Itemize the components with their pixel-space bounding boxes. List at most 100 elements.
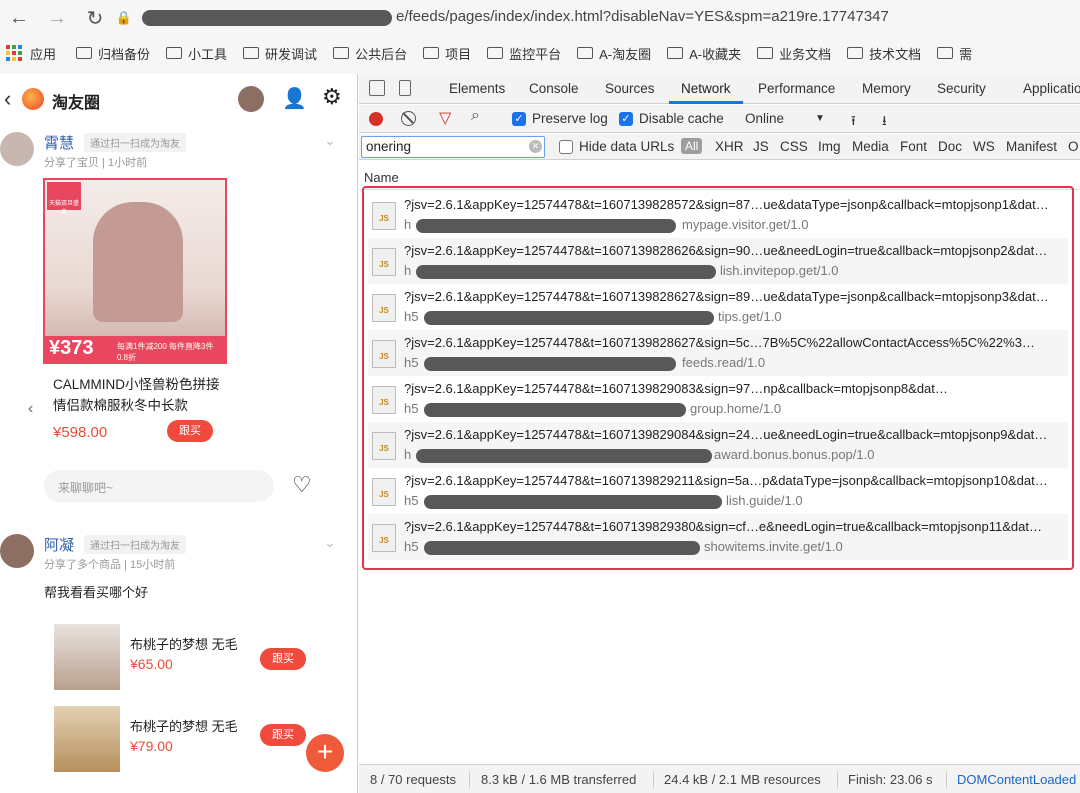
record-icon[interactable] — [369, 112, 383, 126]
table-row[interactable]: JS ?jsv=2.6.1&appKey=12574478&t=16071398… — [368, 284, 1068, 330]
clear-icon[interactable] — [401, 111, 416, 126]
search-icon[interactable]: ⌕ — [471, 107, 480, 125]
coat-shape — [93, 202, 183, 322]
bookmark-folder[interactable]: 归档备份 — [76, 44, 150, 63]
throttle-select[interactable]: Online — [745, 111, 784, 126]
request-url[interactable]: ?jsv=2.6.1&appKey=12574478&t=16071398286… — [404, 289, 1049, 304]
follow-buy-button[interactable]: 跟买 — [167, 420, 213, 442]
filter-xhr[interactable]: XHR — [715, 139, 744, 154]
inspect-icon[interactable] — [369, 80, 385, 96]
request-url[interactable]: ?jsv=2.6.1&appKey=12574478&t=16071398290… — [404, 427, 1047, 442]
heart-icon[interactable]: ♡ — [292, 472, 312, 498]
hide-data-urls-checkbox[interactable] — [559, 140, 573, 154]
chevron-down-icon[interactable]: ⌄ — [324, 132, 336, 149]
filter-input[interactable]: onering — [361, 136, 545, 158]
follow-buy-button[interactable]: 跟买 — [260, 648, 306, 670]
comment-input[interactable]: 来聊聊吧~ — [44, 470, 274, 502]
filter-doc[interactable]: Doc — [938, 139, 962, 154]
preserve-log-label[interactable]: Preserve log — [532, 111, 608, 126]
bookmark-folder[interactable]: 监控平台 — [487, 44, 561, 63]
finish-time: Finish: 23.06 s — [848, 772, 933, 787]
device-toggle-icon[interactable] — [399, 80, 411, 96]
bookmark-apps[interactable]: 应用 — [30, 44, 56, 63]
request-url[interactable]: ?jsv=2.6.1&appKey=12574478&t=16071398292… — [404, 473, 1048, 488]
filter-manifest[interactable]: Manifest — [1006, 139, 1057, 154]
tab-application[interactable]: Applicatio — [1023, 81, 1080, 96]
disable-cache-checkbox[interactable]: ✓ — [619, 112, 633, 126]
request-url[interactable]: ?jsv=2.6.1&appKey=12574478&t=16071398286… — [404, 335, 1035, 350]
filter-icon[interactable]: ▽ — [439, 108, 451, 128]
bookmark-folder[interactable]: 业务文档 — [757, 44, 831, 63]
product-image[interactable] — [54, 706, 120, 772]
add-post-button[interactable]: + — [306, 734, 344, 772]
table-row[interactable]: JS ?jsv=2.6.1&appKey=12574478&t=16071398… — [368, 238, 1068, 284]
bookmark-folder[interactable]: 需 — [937, 44, 972, 63]
product-image[interactable] — [54, 624, 120, 690]
forward-icon[interactable]: → — [38, 7, 76, 30]
filter-img[interactable]: Img — [818, 139, 841, 154]
item-name[interactable]: 布桃子的梦想 无毛 — [130, 634, 238, 653]
request-url[interactable]: ?jsv=2.6.1&appKey=12574478&t=16071398286… — [404, 243, 1047, 258]
chevron-down-icon[interactable]: ▼ — [815, 113, 825, 124]
list-item[interactable]: 布桃子的梦想 无毛 ¥79.00 跟买 — [44, 698, 326, 778]
clear-filter-icon[interactable]: ✕ — [529, 140, 542, 153]
user-settings-icon[interactable]: 👤 — [282, 86, 307, 111]
hide-data-urls-label[interactable]: Hide data URLs — [579, 139, 674, 154]
list-item[interactable]: 布桃子的梦想 无毛 ¥65.00 跟买 — [44, 616, 326, 696]
filter-all-button[interactable]: All — [681, 138, 703, 154]
follow-buy-button[interactable]: 跟买 — [260, 724, 306, 746]
filter-other[interactable]: O — [1068, 139, 1079, 154]
tab-elements[interactable]: Elements — [449, 81, 505, 96]
chevron-down-icon[interactable]: ⌄ — [324, 534, 336, 551]
bookmark-folder[interactable]: 公共后台 — [333, 44, 407, 63]
host-redaction — [416, 219, 676, 233]
avatar[interactable] — [238, 86, 264, 112]
avatar[interactable] — [0, 132, 34, 166]
reload-icon[interactable]: ↻ — [76, 6, 114, 31]
import-icon[interactable]: ⭱ — [851, 111, 856, 134]
table-row[interactable]: JS ?jsv=2.6.1&appKey=12574478&t=16071398… — [368, 514, 1068, 560]
filter-css[interactable]: CSS — [780, 139, 808, 154]
tab-console[interactable]: Console — [529, 81, 579, 96]
filter-media[interactable]: Media — [852, 139, 889, 154]
back-icon[interactable]: ‹ — [4, 86, 11, 112]
item-name[interactable]: 布桃子的梦想 无毛 — [130, 716, 238, 735]
table-row[interactable]: JS ?jsv=2.6.1&appKey=12574478&t=16071398… — [368, 376, 1068, 422]
bookmark-folder[interactable]: A-淘友圈 — [577, 44, 651, 63]
product-title[interactable]: CALMMIND小怪兽粉色拼接情侣款棉服秋冬中长款 — [53, 374, 225, 416]
request-url[interactable]: ?jsv=2.6.1&appKey=12574478&t=16071398290… — [404, 381, 948, 396]
apps-icon[interactable] — [6, 45, 22, 61]
export-icon[interactable]: ⭳ — [882, 111, 887, 134]
table-row[interactable]: JS ?jsv=2.6.1&appKey=12574478&t=16071398… — [368, 468, 1068, 514]
bookmark-folder[interactable]: 项目 — [423, 44, 471, 63]
avatar[interactable] — [0, 534, 34, 568]
bookmark-folder[interactable]: 小工具 — [166, 44, 227, 63]
preserve-log-checkbox[interactable]: ✓ — [512, 112, 526, 126]
back-icon[interactable]: ← — [0, 7, 38, 30]
tab-security[interactable]: Security — [937, 81, 986, 96]
product-image[interactable]: 天猫双旦盛典 ¥373 每满1件减200 每件直降3件 0.8折 — [43, 178, 227, 364]
tab-performance[interactable]: Performance — [758, 81, 835, 96]
bookmark-folder[interactable]: A-收藏夹 — [667, 44, 741, 63]
filter-ws[interactable]: WS — [973, 139, 995, 154]
tab-sources[interactable]: Sources — [605, 81, 655, 96]
poster-name[interactable]: 霄慧 — [44, 132, 74, 153]
tab-memory[interactable]: Memory — [862, 81, 911, 96]
disable-cache-label[interactable]: Disable cache — [639, 111, 724, 126]
bookmark-folder[interactable]: 研发调试 — [243, 44, 317, 63]
poster-name[interactable]: 阿凝 — [44, 534, 74, 555]
table-row[interactable]: JS ?jsv=2.6.1&appKey=12574478&t=16071398… — [368, 330, 1068, 376]
filter-font[interactable]: Font — [900, 139, 927, 154]
filter-js[interactable]: JS — [753, 139, 769, 154]
table-row[interactable]: JS ?jsv=2.6.1&appKey=12574478&t=16071398… — [368, 192, 1068, 238]
gear-icon[interactable]: ⚙ — [322, 84, 342, 110]
request-url[interactable]: ?jsv=2.6.1&appKey=12574478&t=16071398293… — [404, 519, 1042, 534]
post-meta: 分享了多个商品 | 15小时前 — [44, 559, 176, 571]
url-text[interactable]: e/feeds/pages/index/index.html?disableNa… — [396, 8, 889, 25]
table-row[interactable]: JS ?jsv=2.6.1&appKey=12574478&t=16071398… — [368, 422, 1068, 468]
bookmark-folder[interactable]: 技术文档 — [847, 44, 921, 63]
product-card[interactable]: 天猫双旦盛典 ¥373 每满1件减200 每件直降3件 0.8折 CALMMIN… — [43, 178, 227, 460]
request-url[interactable]: ?jsv=2.6.1&appKey=12574478&t=16071398285… — [404, 197, 1049, 212]
carousel-prev-icon[interactable]: ‹ — [28, 400, 33, 418]
tab-network[interactable]: Network — [681, 81, 731, 96]
